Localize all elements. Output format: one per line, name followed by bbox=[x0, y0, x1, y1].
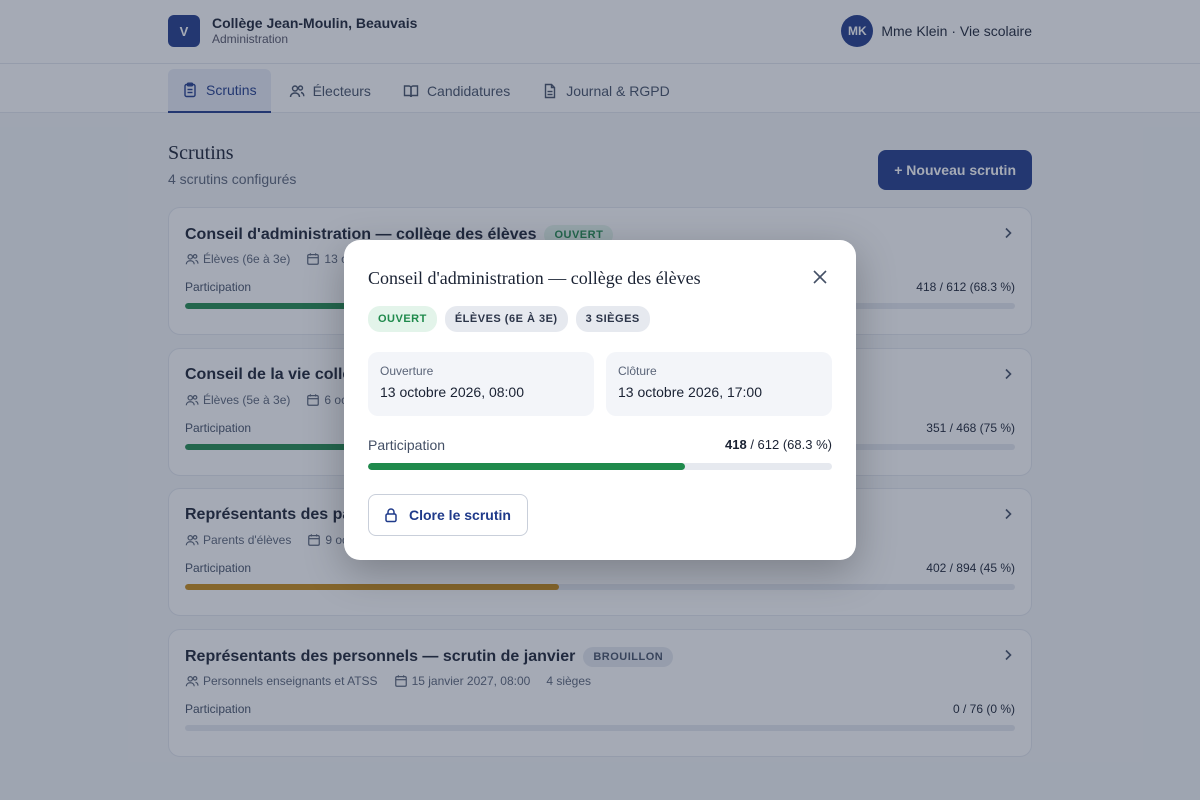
election-detail-modal: Conseil d'administration — collège des é… bbox=[344, 240, 856, 560]
closing-box: Clôture 13 octobre 2026, 17:00 bbox=[606, 352, 832, 416]
participation-count: 418 bbox=[725, 437, 747, 452]
close-scrutin-button[interactable]: Clore le scrutin bbox=[368, 494, 528, 536]
lock-icon bbox=[385, 508, 397, 523]
participation-value: 418 / 612 (68.3 %) bbox=[725, 437, 832, 452]
opening-label: Ouverture bbox=[380, 364, 434, 378]
opening-box: Ouverture 13 octobre 2026, 08:00 bbox=[368, 352, 594, 416]
participation-bar bbox=[368, 463, 832, 470]
opening-value: 13 octobre 2026, 08:00 bbox=[380, 384, 525, 400]
close-icon[interactable] bbox=[812, 269, 828, 285]
participation-label: Participation bbox=[368, 437, 446, 453]
electorate-badge: ÉLÈVES (6E À 3E) bbox=[444, 306, 568, 332]
seats-badge: 3 SIÈGES bbox=[575, 306, 650, 332]
close-scrutin-label: Clore le scrutin bbox=[409, 507, 511, 523]
closing-value: 13 octobre 2026, 17:00 bbox=[618, 384, 763, 400]
status-badge: OUVERT bbox=[368, 306, 437, 332]
participation-total: / 612 (68.3 %) bbox=[746, 437, 832, 452]
modal-badges: OUVERT ÉLÈVES (6E À 3E) 3 SIÈGES bbox=[368, 306, 658, 332]
closing-label: Clôture bbox=[618, 364, 657, 378]
participation-fill bbox=[368, 463, 685, 470]
modal-title: Conseil d'administration — collège des é… bbox=[368, 268, 701, 288]
